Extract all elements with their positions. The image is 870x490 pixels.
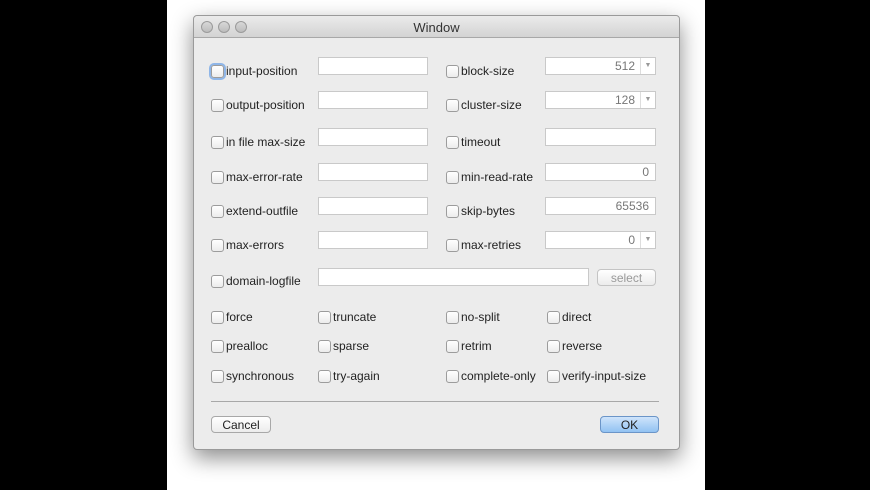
option-prealloc-label: prealloc <box>226 339 269 353</box>
left-black-band <box>0 0 167 490</box>
field-value: 0 <box>628 233 635 247</box>
option-sparse-checkbox[interactable] <box>318 340 331 353</box>
field-value: 512 <box>614 59 635 73</box>
field-value: 128 <box>614 93 635 107</box>
left-field-0-input[interactable] <box>318 57 428 75</box>
option-truncate-checkbox[interactable] <box>318 311 331 324</box>
right-field-0-input[interactable]: 512 ▼ <box>545 57 656 75</box>
option-force-label: force <box>226 310 253 324</box>
ok-button[interactable]: OK <box>600 416 659 433</box>
option-prealloc-checkbox[interactable] <box>211 340 224 353</box>
option-no-split-checkbox[interactable] <box>446 311 459 324</box>
right-black-band <box>705 0 870 490</box>
option-no-split-label: no-split <box>461 310 500 324</box>
option-synchronous-label: synchronous <box>226 369 295 383</box>
right-field-3-checkbox[interactable] <box>446 171 459 184</box>
left-field-0-checkbox[interactable] <box>211 65 224 78</box>
select-button[interactable]: select <box>597 269 656 286</box>
option-retrim-label: retrim <box>461 339 492 353</box>
title-bar[interactable]: Window <box>194 16 679 38</box>
left-field-5-checkbox[interactable] <box>211 239 224 252</box>
left-field-4-input[interactable] <box>318 197 428 215</box>
right-field-3-input[interactable]: 0 <box>545 163 656 181</box>
left-field-0-label: input-position <box>226 64 298 78</box>
right-field-2-label: timeout <box>461 135 501 149</box>
left-field-2-checkbox[interactable] <box>211 136 224 149</box>
field-value: 0 <box>642 165 649 179</box>
right-field-5-checkbox[interactable] <box>446 239 459 252</box>
option-complete-only-checkbox[interactable] <box>446 370 459 383</box>
chevron-down-icon[interactable]: ▼ <box>640 232 655 248</box>
right-field-2-input[interactable] <box>545 128 656 146</box>
left-field-3-label: max-error-rate <box>226 170 303 184</box>
left-field-2-input[interactable] <box>318 128 428 146</box>
right-field-5-label: max-retries <box>461 238 522 252</box>
option-truncate-label: truncate <box>333 310 377 324</box>
window-title: Window <box>413 20 460 35</box>
right-field-3-label: min-read-rate <box>461 170 534 184</box>
right-field-1-checkbox[interactable] <box>446 99 459 112</box>
right-field-2-checkbox[interactable] <box>446 136 459 149</box>
left-field-4-checkbox[interactable] <box>211 205 224 218</box>
left-field-1-label: output-position <box>226 98 305 112</box>
field-value: 65536 <box>615 199 649 213</box>
option-verify-input-size-label: verify-input-size <box>562 369 647 383</box>
option-complete-only-label: complete-only <box>461 369 536 383</box>
option-direct-label: direct <box>562 310 592 324</box>
domain-logfile-checkbox[interactable] <box>211 275 224 288</box>
left-field-4-label: extend-outfile <box>226 204 299 218</box>
right-field-1-input[interactable]: 128 ▼ <box>545 91 656 109</box>
option-reverse-checkbox[interactable] <box>547 340 560 353</box>
right-field-1-label: cluster-size <box>461 98 522 112</box>
option-reverse-label: reverse <box>562 339 603 353</box>
right-field-4-label: skip-bytes <box>461 204 516 218</box>
chevron-down-icon[interactable]: ▼ <box>640 92 655 108</box>
option-synchronous-checkbox[interactable] <box>211 370 224 383</box>
right-field-4-input[interactable]: 65536 <box>545 197 656 215</box>
left-field-5-input[interactable] <box>318 231 428 249</box>
divider <box>211 401 659 402</box>
left-field-3-checkbox[interactable] <box>211 171 224 184</box>
right-field-0-label: block-size <box>461 64 515 78</box>
dialog-window: Window input-position output-position in f… <box>193 15 680 450</box>
left-field-3-input[interactable] <box>318 163 428 181</box>
option-retrim-checkbox[interactable] <box>446 340 459 353</box>
domain-logfile-label: domain-logfile <box>226 274 301 288</box>
right-field-4-checkbox[interactable] <box>446 205 459 218</box>
left-field-5-label: max-errors <box>226 238 285 252</box>
option-direct-checkbox[interactable] <box>547 311 560 324</box>
right-field-5-input[interactable]: 0 ▼ <box>545 231 656 249</box>
option-sparse-label: sparse <box>333 339 370 353</box>
left-field-1-checkbox[interactable] <box>211 99 224 112</box>
left-field-2-label: in file max-size <box>226 135 306 149</box>
cancel-button[interactable]: Cancel <box>211 416 271 433</box>
domain-logfile-input[interactable] <box>318 268 589 286</box>
option-verify-input-size-checkbox[interactable] <box>547 370 560 383</box>
option-force-checkbox[interactable] <box>211 311 224 324</box>
option-try-again-checkbox[interactable] <box>318 370 331 383</box>
option-try-again-label: try-again <box>333 369 380 383</box>
left-field-1-input[interactable] <box>318 91 428 109</box>
right-field-0-checkbox[interactable] <box>446 65 459 78</box>
chevron-down-icon[interactable]: ▼ <box>640 58 655 74</box>
